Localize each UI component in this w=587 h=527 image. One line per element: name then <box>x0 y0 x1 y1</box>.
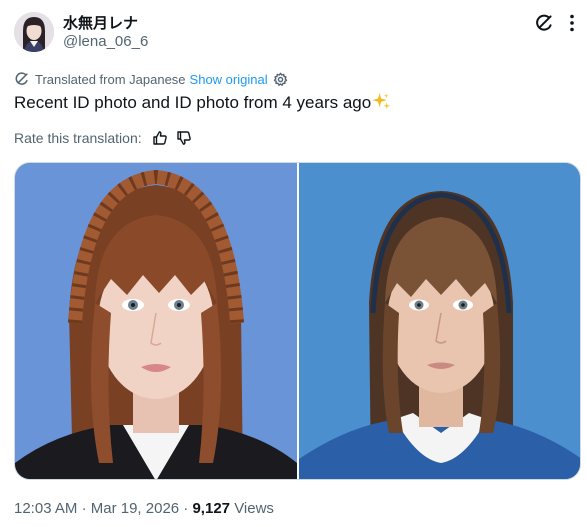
settings-gear-icon[interactable] <box>273 72 288 87</box>
author-display-name[interactable]: 水無月レナ <box>63 12 138 33</box>
tweet-meta: 12:03 AM · Mar 19, 2026 · 9,127 Views <box>14 500 274 517</box>
rate-translation-label: Rate this translation: <box>14 130 142 146</box>
meta-separator: · <box>81 500 87 517</box>
rate-translation: Rate this translation: <box>14 130 192 146</box>
more-icon[interactable] <box>562 12 582 34</box>
thumbs-down-icon[interactable] <box>176 130 192 146</box>
photo-recent-id[interactable] <box>15 163 297 479</box>
tweet-text: Recent ID photo and ID photo from 4 year… <box>14 92 391 117</box>
translated-from-label: Translated from Japanese <box>35 71 186 87</box>
media-gallery <box>14 162 581 480</box>
translation-notice: Translated from Japanese Show original <box>14 70 288 88</box>
show-original-link[interactable]: Show original <box>190 72 268 87</box>
thumbs-up-icon[interactable] <box>152 130 168 146</box>
meta-separator: · <box>183 500 189 517</box>
sparkles-emoji <box>372 92 391 117</box>
tweet-date[interactable]: Mar 19, 2026 <box>91 500 179 517</box>
author-handle[interactable]: @lena_06_6 <box>63 33 148 50</box>
photo-old-id[interactable] <box>299 163 580 479</box>
views-label: Views <box>234 500 274 517</box>
grok-icon[interactable] <box>533 12 555 34</box>
author-avatar[interactable] <box>14 12 54 52</box>
tweet-time[interactable]: 12:03 AM <box>14 500 77 517</box>
views-count: 9,127 <box>192 500 231 517</box>
tweet-text-content: Recent ID photo and ID photo from 4 year… <box>14 93 372 112</box>
translate-icon <box>14 71 30 87</box>
